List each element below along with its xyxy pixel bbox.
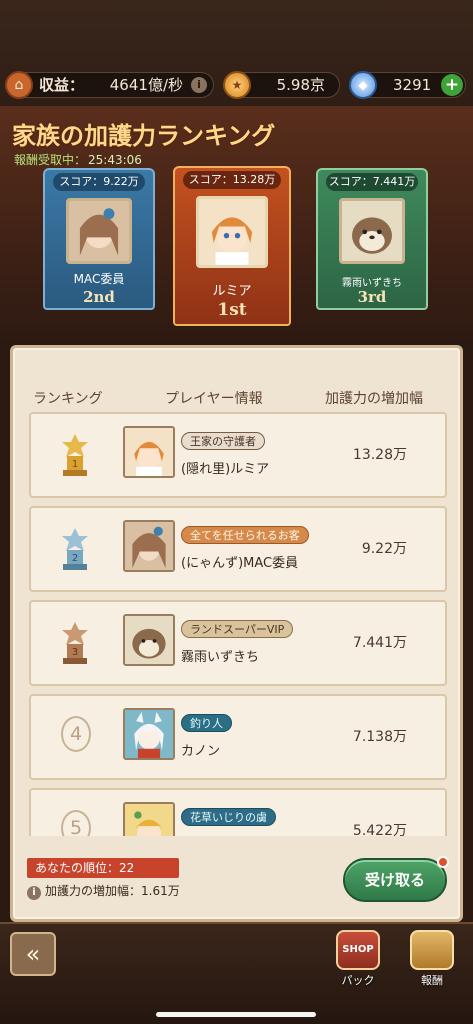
gold-counter: ★ 5.98京	[223, 71, 340, 99]
shop-icon: SHOP	[336, 930, 380, 970]
info-icon[interactable]: i	[191, 77, 207, 93]
player-name: (にゃんず)MAC委員	[181, 556, 299, 571]
player-portrait	[339, 198, 405, 264]
column-header-gain: 加護力の増加幅	[325, 391, 423, 407]
title-badge: 釣り人	[181, 714, 232, 732]
player-name: 霧雨いずきち	[181, 650, 260, 665]
gold-value: 5.98京	[276, 76, 325, 94]
income-label: 収益：	[39, 76, 85, 94]
pack-label: パック	[341, 974, 375, 987]
ranking-row[interactable]: 2 全てを任せられるお客 (にゃんず)MAC委員 9.22万	[29, 506, 447, 592]
gain-value: 7.138万	[352, 729, 407, 745]
column-header-player: プレイヤー情報	[165, 391, 263, 407]
home-indicator	[156, 1012, 316, 1017]
gain-value: 13.28万	[352, 447, 407, 463]
ranking-row[interactable]: 5 花草いじりの虜 5.422万	[29, 788, 447, 836]
podium-name: ルミア	[212, 284, 252, 299]
reward-label: 報酬	[421, 974, 443, 987]
player-name: (隠れ里)ルミア	[181, 462, 270, 477]
title-badge: 全てを任せられるお客	[181, 526, 309, 544]
ranking-row[interactable]: 1 王家の守護者 (隠れ里)ルミア 13.28万	[29, 412, 447, 498]
gem-value: 3291	[393, 76, 432, 94]
silver-trophy-icon: 2	[62, 528, 88, 570]
svg-text:1: 1	[72, 459, 78, 470]
rank-number: 4	[61, 716, 91, 752]
bronze-trophy-icon: 3	[62, 622, 88, 664]
player-name: カノン	[181, 744, 221, 759]
gain-value: 7.441万	[352, 635, 407, 651]
podium-place: 2nd	[83, 288, 115, 306]
player-avatar	[123, 802, 175, 836]
player-avatar	[123, 708, 175, 760]
reward-timer: 報酬受取中： 25:43:06	[14, 151, 142, 168]
house-icon: ⌂	[5, 71, 33, 99]
podium-score: スコア：9.22万	[53, 173, 145, 191]
back-button[interactable]: «	[10, 932, 56, 976]
podium-place: 1st	[217, 300, 247, 320]
column-headers: ランキング プレイヤー情報 加護力の増加幅	[13, 388, 460, 412]
player-portrait	[196, 196, 268, 268]
column-header-rank: ランキング	[33, 391, 103, 407]
player-avatar	[123, 520, 175, 572]
notification-dot	[437, 856, 449, 868]
title-badge: 花草いじりの虜	[181, 808, 276, 826]
receive-button-label: 受け取る	[364, 871, 425, 889]
gold-trophy-icon: 1	[62, 434, 88, 476]
gem-icon: ◆	[349, 71, 377, 99]
podium-place: 3rd	[357, 288, 387, 306]
income-value: 4641億/秒	[109, 76, 183, 94]
player-avatar	[123, 426, 175, 478]
ranking-row[interactable]: 3 ランドスーパーVIP 霧雨いずきち 7.441万	[29, 600, 447, 686]
player-portrait	[66, 198, 132, 264]
ranking-header: 家族の加護力ランキング 報酬受取中： 25:43:06 スコア：9.22万 MAC…	[0, 106, 473, 340]
bottom-nav: « SHOP パック 報酬	[0, 922, 473, 1024]
timer-value: 25:43:06	[88, 153, 142, 167]
pack-button[interactable]: SHOP パック	[330, 930, 386, 990]
gem-counter: ◆ 3291 +	[349, 71, 466, 99]
podium-score: スコア：7.441万	[326, 173, 418, 191]
podium-card-1st[interactable]: スコア：13.28万 ルミア 1st	[173, 166, 291, 326]
podium-name: 霧雨いずきち	[342, 278, 402, 289]
reward-button[interactable]: 報酬	[404, 930, 460, 990]
player-avatar	[123, 614, 175, 666]
gift-box-icon	[410, 930, 454, 970]
ranking-panel: ランキング プレイヤー情報 加護力の増加幅 1 王家の守護者 (隠れ里)ルミア …	[10, 345, 463, 922]
timer-label: 報酬受取中：	[14, 153, 87, 167]
gain-value: 9.22万	[361, 541, 407, 557]
add-gem-button[interactable]: +	[441, 74, 463, 96]
income-counter: ⌂ 収益： 4641億/秒 i	[5, 71, 214, 99]
my-rank-label: あなたの順位：22	[27, 858, 179, 878]
receive-button[interactable]: 受け取る	[343, 856, 449, 902]
podium-card-2nd[interactable]: スコア：9.22万 MAC委員 2nd	[43, 168, 155, 310]
info-icon[interactable]: i	[27, 886, 41, 900]
ranking-list[interactable]: 1 王家の守護者 (隠れ里)ルミア 13.28万 2 全てを任せられるお客 (に…	[29, 412, 447, 836]
podium-score: スコア：13.28万	[183, 171, 281, 189]
svg-text:3: 3	[72, 647, 78, 658]
podium-name: MAC委員	[73, 272, 125, 286]
double-chevron-left-icon: «	[25, 940, 41, 968]
resource-bar: ⌂ 収益： 4641億/秒 i ★ 5.98京 ◆ 3291 +	[0, 0, 473, 106]
ranking-row[interactable]: 4 釣り人 カノン 7.138万	[29, 694, 447, 780]
title-badge: 王家の守護者	[181, 432, 265, 450]
gold-coin-icon: ★	[223, 71, 251, 99]
page-title: 家族の加護力ランキング	[12, 122, 276, 150]
podium-card-3rd[interactable]: スコア：7.441万 霧雨いずきち 3rd	[316, 168, 428, 310]
gain-value: 5.422万	[352, 823, 407, 836]
svg-text:2: 2	[72, 553, 78, 564]
rank-number: 5	[61, 810, 91, 836]
my-gain-label: 加護力の増加幅：1.61万	[45, 884, 180, 898]
my-gain: i 加護力の増加幅：1.61万	[27, 882, 180, 900]
title-badge: ランドスーパーVIP	[181, 620, 294, 638]
